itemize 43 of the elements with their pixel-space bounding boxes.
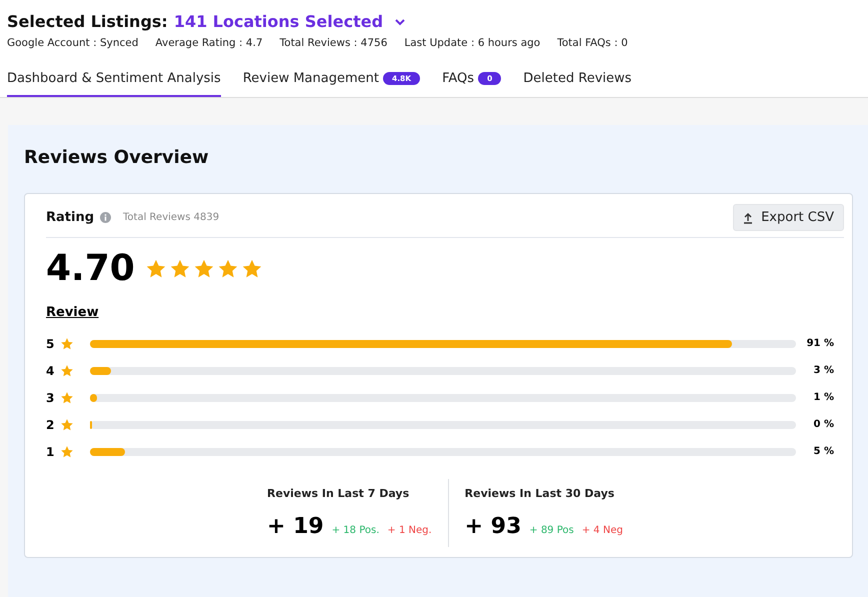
percent-label: 5 %	[812, 446, 834, 457]
export-button[interactable]: Export CSV	[733, 204, 844, 231]
negative-count: + 1 Neg.	[387, 525, 432, 536]
star-icon	[168, 258, 191, 280]
star-number: 4	[46, 364, 56, 378]
positive-count: + 18 Pos.	[332, 525, 380, 536]
review-heading: Review	[46, 305, 100, 320]
positive-count: + 89 Pos	[529, 525, 574, 536]
percent-label: 3 %	[812, 365, 834, 376]
review-count: + 93	[464, 514, 522, 539]
period-title: Reviews In Last 30 Days	[464, 487, 616, 500]
account-stat: Average Rating : 4.7	[155, 37, 263, 49]
percent-label: 0 %	[812, 419, 834, 430]
account-stat: Total Reviews : 4756	[280, 37, 388, 49]
star-icon	[216, 258, 239, 280]
percent-label: 91 %	[806, 338, 834, 349]
account-stat: Last Update : 6 hours ago	[404, 37, 540, 49]
review-count: + 19	[267, 514, 324, 539]
period-title: Reviews In Last 7 Days	[267, 487, 410, 500]
account-stat: Total FAQs : 0	[557, 37, 628, 49]
account-stat: Google Account : Synced	[7, 37, 138, 49]
star-number: 5	[46, 336, 56, 350]
upload-icon	[743, 212, 754, 224]
listings-label: Selected Listings:	[7, 12, 168, 31]
star-number: 1	[46, 444, 56, 458]
star-icon	[60, 390, 74, 404]
percent-label: 1 %	[812, 392, 834, 403]
star-icon	[240, 258, 263, 280]
rating-label: Rating	[46, 210, 94, 225]
star-number: 2	[46, 418, 56, 432]
tab[interactable]: Deleted Reviews	[523, 71, 632, 97]
star-number: 3	[46, 390, 56, 404]
star-icon	[60, 418, 74, 432]
average-rating: 4.70	[46, 248, 135, 289]
star-icon	[60, 364, 74, 378]
negative-count: + 4 Neg	[582, 525, 623, 536]
total-reviews: Total Reviews 4839	[123, 212, 220, 223]
star-icon	[60, 336, 74, 350]
star-icon	[192, 258, 215, 280]
star-icon	[144, 258, 167, 280]
star-icon	[60, 444, 74, 458]
locations-selector[interactable]: 141 Locations Selected	[174, 12, 384, 31]
section-title: Reviews Overview	[24, 147, 210, 168]
